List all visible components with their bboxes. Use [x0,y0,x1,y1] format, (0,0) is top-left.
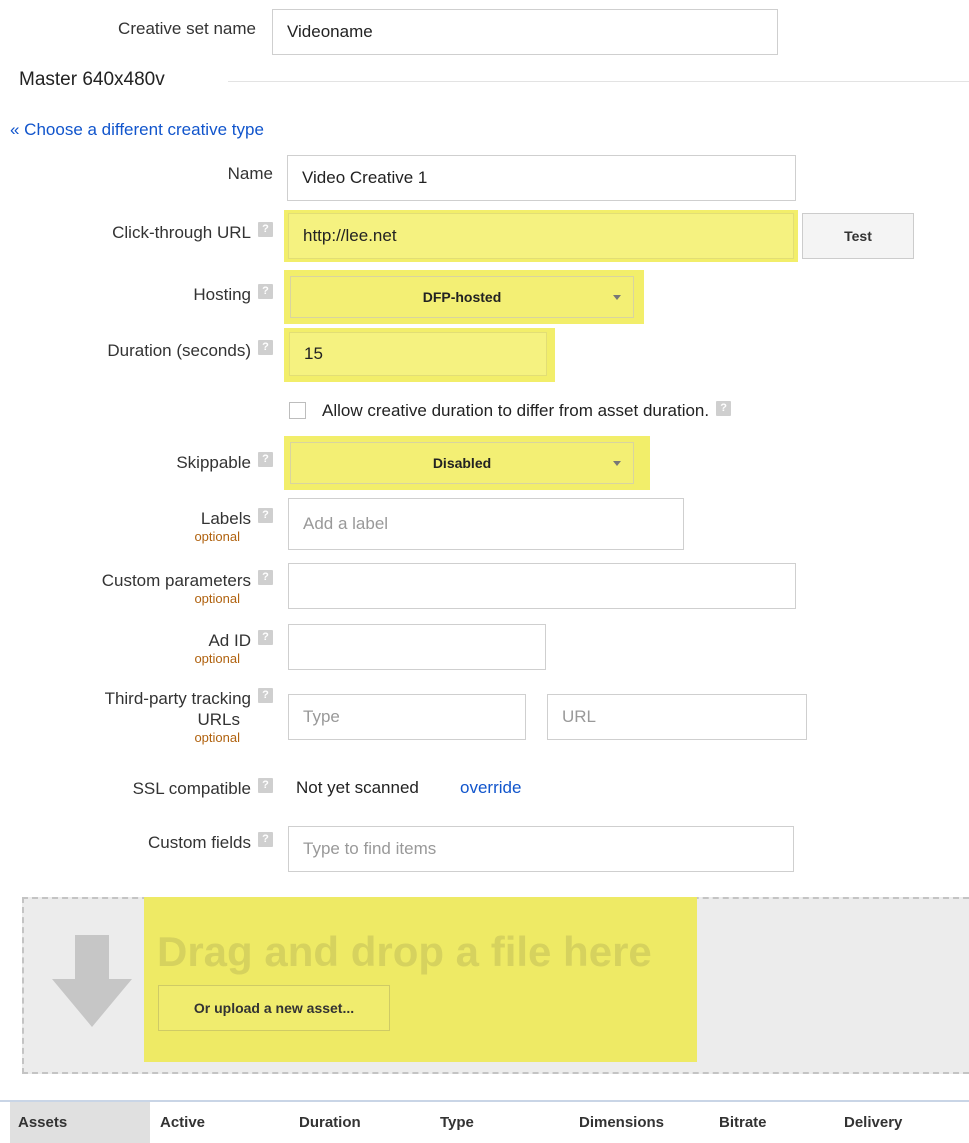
optional-tag: optional [194,730,240,745]
col-active[interactable]: Active [160,1114,205,1131]
help-icon[interactable]: ? [258,452,273,467]
hosting-label-text: Hosting [193,285,251,304]
hosting-selected-value: DFP-hosted [422,289,502,305]
skippable-select[interactable]: Disabled [290,442,634,484]
help-icon[interactable]: ? [258,340,273,355]
custom-fields-label: Custom fields? [30,832,273,853]
help-icon[interactable]: ? [258,688,273,703]
third-party-label: Third-party tracking? URLs optional [20,688,273,746]
help-icon[interactable]: ? [716,401,732,416]
help-icon[interactable]: ? [258,284,273,299]
click-through-label: Click-through URL? [30,222,273,243]
dropzone-title: Drag and drop a file here [157,928,652,975]
optional-tag: optional [194,651,240,666]
section-divider [228,81,969,82]
hosting-label: Hosting? [30,284,273,305]
allow-differ-checkbox[interactable] [289,402,306,419]
duration-input[interactable]: 15 [289,332,547,376]
help-icon[interactable]: ? [258,508,273,523]
allow-differ-label: Allow creative duration to differ from a… [322,401,732,421]
labels-label: Labels? optional [30,508,273,545]
tracking-url-input[interactable]: URL [547,694,807,740]
tracking-type-input[interactable]: Type [288,694,526,740]
duration-label: Duration (seconds)? [30,340,273,361]
choose-different-type-link[interactable]: « Choose a different creative type [10,120,264,140]
optional-tag: optional [194,591,240,606]
allow-differ-label-text: Allow creative duration to differ from a… [322,401,710,420]
ssl-label: SSL compatible? [30,778,273,799]
chevron-down-icon [613,295,621,300]
creative-set-name-input[interactable]: Videoname [272,9,778,55]
help-icon[interactable]: ? [258,570,273,585]
click-through-label-text: Click-through URL [112,223,251,242]
custom-fields-label-text: Custom fields [148,833,251,852]
labels-label-text: Labels [200,509,251,528]
col-bitrate[interactable]: Bitrate [719,1114,767,1131]
ad-id-label-text: Ad ID [208,631,251,650]
duration-label-text: Duration (seconds) [107,341,251,360]
skippable-label-text: Skippable [176,453,251,472]
col-duration[interactable]: Duration [299,1114,361,1131]
custom-params-label-text: Custom parameters [101,571,251,590]
section-title: Master 640x480v [19,69,165,90]
creative-set-name-label: Creative set name [118,19,256,38]
click-through-input[interactable]: http://lee.net [288,213,794,259]
help-icon[interactable]: ? [258,630,273,645]
ssl-override-link[interactable]: override [460,778,521,798]
ad-id-input[interactable] [288,624,546,670]
name-label: Name [227,164,273,183]
hosting-select[interactable]: DFP-hosted [290,276,634,318]
col-type[interactable]: Type [440,1114,474,1131]
arrow-down-icon [52,935,132,1027]
help-icon[interactable]: ? [258,222,273,237]
help-icon[interactable]: ? [258,832,273,847]
col-delivery[interactable]: Delivery [844,1114,902,1131]
upload-asset-button[interactable]: Or upload a new asset... [158,985,390,1031]
skippable-label: Skippable? [30,452,273,473]
col-dimensions[interactable]: Dimensions [579,1114,664,1131]
custom-fields-input[interactable]: Type to find items [288,826,794,872]
name-input[interactable]: Video Creative 1 [287,155,796,201]
ssl-status: Not yet scanned [296,778,419,797]
skippable-selected-value: Disabled [432,455,492,471]
test-button[interactable]: Test [802,213,914,259]
custom-params-label: Custom parameters? optional [20,570,273,607]
chevron-down-icon [613,461,621,466]
ad-id-label: Ad ID? optional [30,630,273,667]
third-party-label-line1: Third-party tracking [104,689,251,708]
dropzone-highlight [144,897,697,1062]
optional-tag: optional [194,529,240,544]
third-party-label-line2: URLs [197,710,240,729]
ssl-label-text: SSL compatible [132,779,251,798]
labels-input[interactable]: Add a label [288,498,684,550]
help-icon[interactable]: ? [258,778,273,793]
custom-params-input[interactable] [288,563,796,609]
col-assets[interactable]: Assets [18,1114,67,1131]
